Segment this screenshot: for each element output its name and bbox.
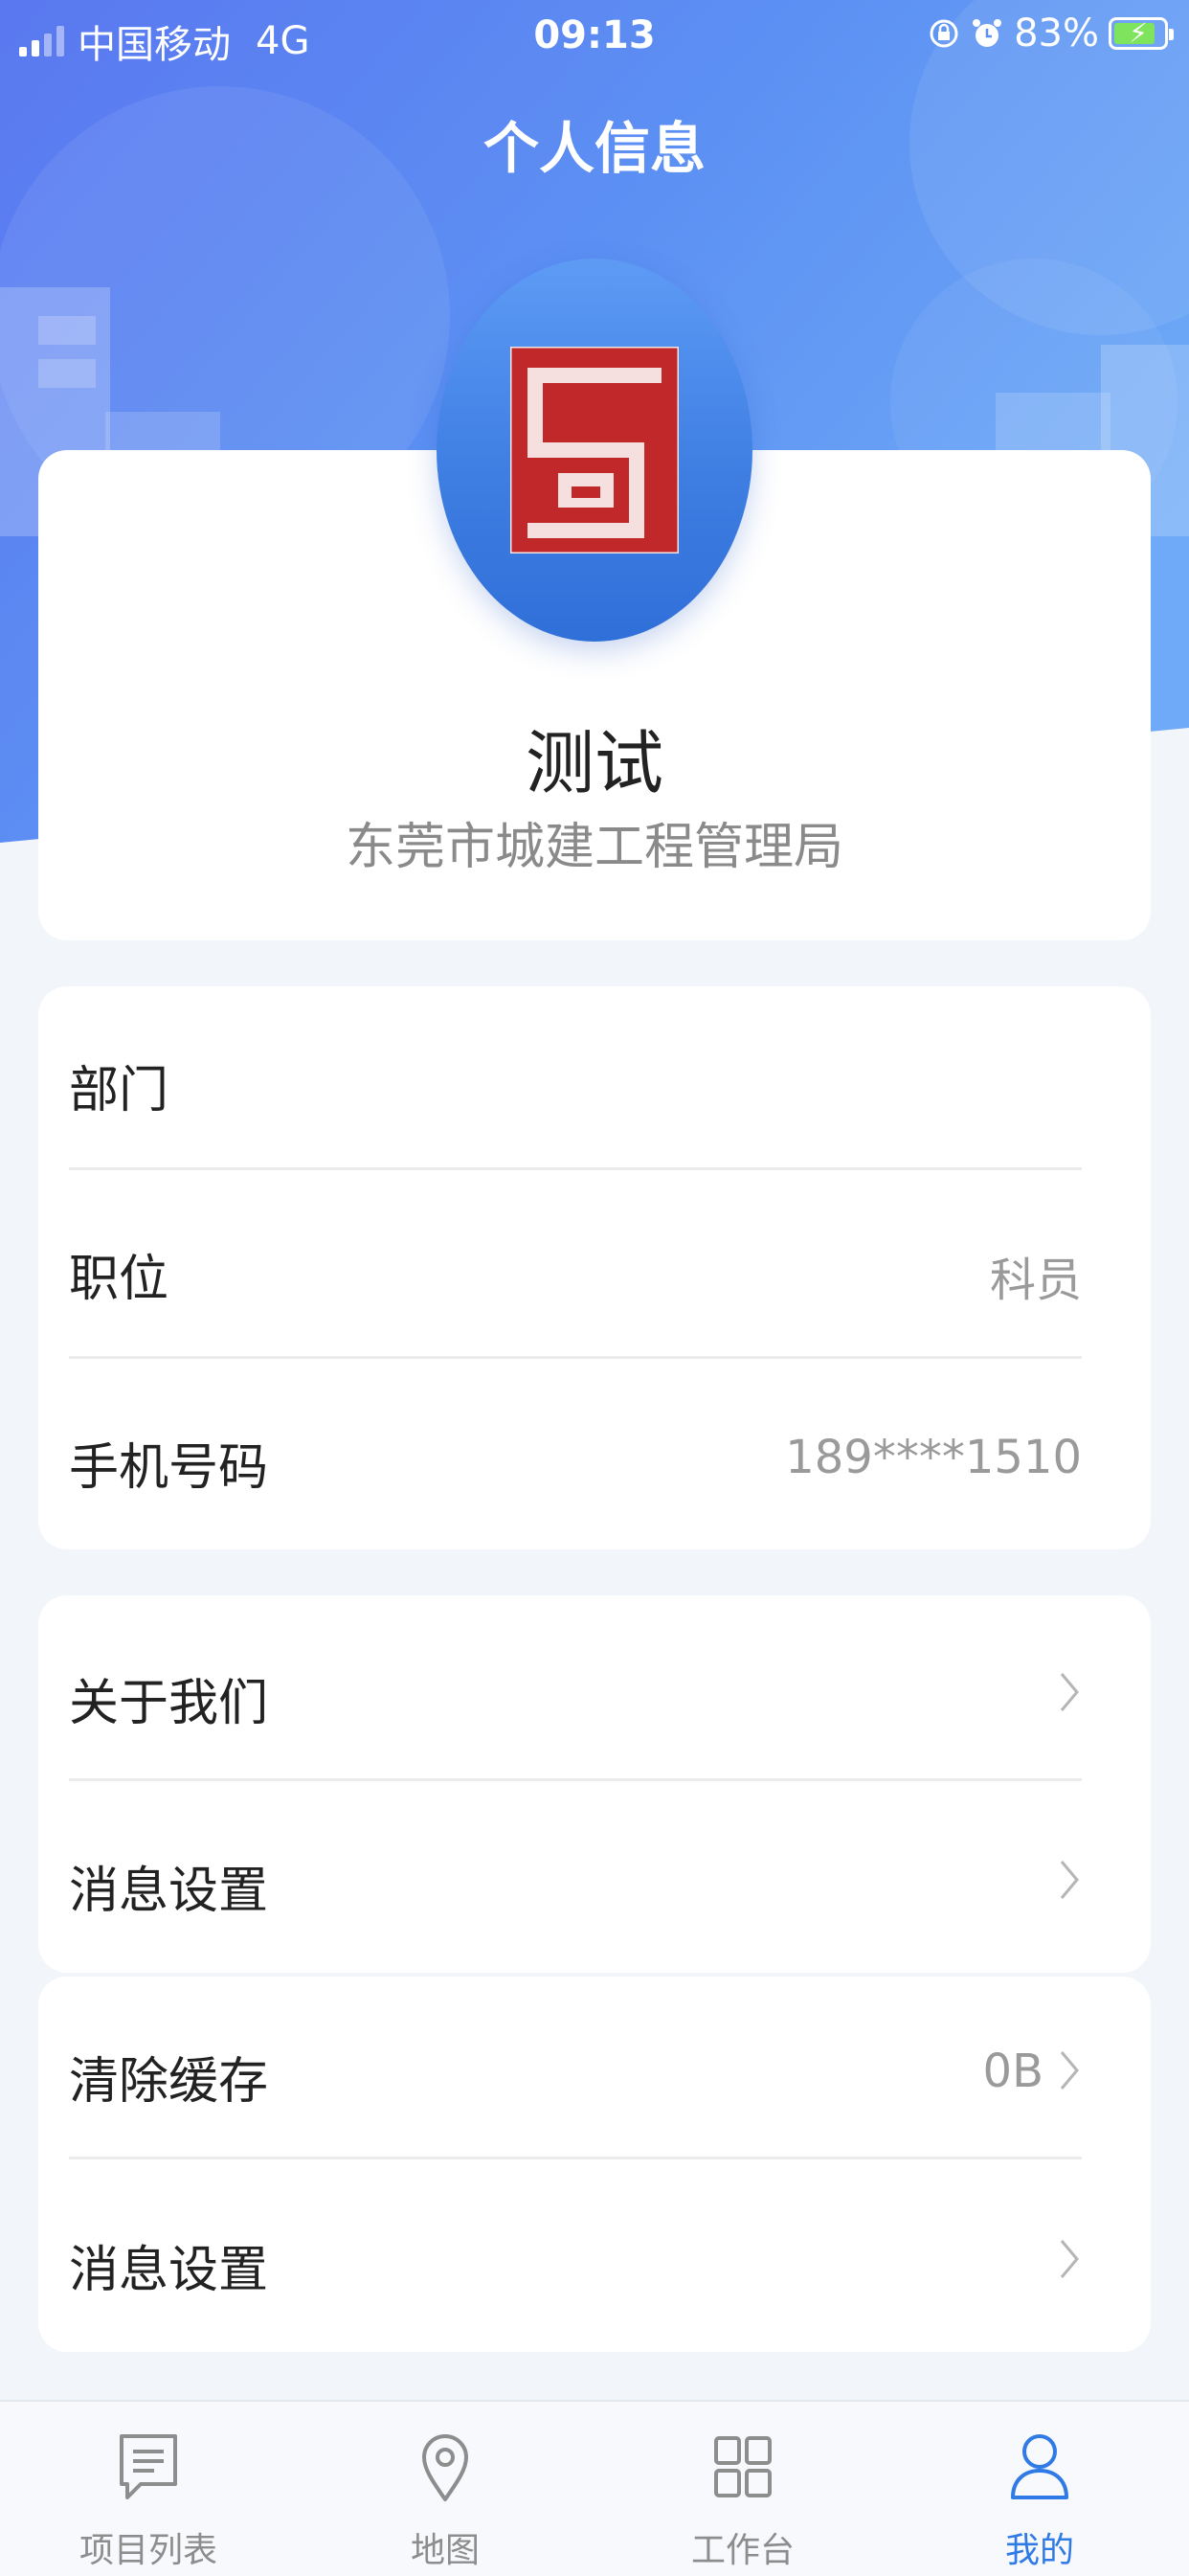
menu-row-message-settings[interactable]: 消息设置 (69, 1787, 1082, 1975)
map-pin-icon (422, 2434, 468, 2501)
menu-row-clear-cache[interactable]: 清除缓存 0B (69, 1977, 1082, 2165)
chevron-right-icon (1060, 2240, 1079, 2278)
person-icon (1011, 2434, 1068, 2499)
phone-label: 手机号码 (69, 1439, 269, 1497)
divider (69, 1167, 1082, 1170)
chevron-right-icon (1060, 2051, 1079, 2090)
divider (69, 1356, 1082, 1359)
bottom-tab-bar: 项目列表 地图 工作台 我的 (0, 2400, 1189, 2576)
organization-logo (510, 347, 679, 554)
menu-row-about-us[interactable]: 关于我们 (69, 1599, 1082, 1787)
status-bar: 中国移动 4G 09:13 83% ⚡ (0, 0, 1189, 73)
page-title: 个人信息 (482, 116, 706, 181)
orientation-lock-icon (930, 19, 958, 48)
info-row-position: 职位 科员 (69, 1175, 1082, 1363)
info-row-department: 部门 (69, 986, 1082, 1174)
clear-cache-label: 清除缓存 (69, 2053, 269, 2111)
message-settings-label: 消息设置 (69, 1863, 269, 1920)
battery-icon: ⚡ (1109, 17, 1174, 50)
user-name: 测试 (525, 723, 663, 803)
divider (69, 2157, 1082, 2159)
menu-row-message-settings-2[interactable]: 消息设置 (69, 2166, 1082, 2354)
divider (69, 1778, 1082, 1781)
position-value: 科员 (989, 1254, 1082, 1307)
department-label: 部门 (69, 1062, 169, 1119)
alarm-icon (973, 19, 1002, 47)
info-row-phone: 手机号码 189****1510 (69, 1364, 1082, 1551)
tab-map[interactable]: 地图 (349, 2402, 541, 2576)
tab-label: 项目列表 (79, 2531, 217, 2570)
cache-size-value: 0B (982, 2045, 1043, 2098)
chevron-right-icon (1060, 1861, 1079, 1899)
tab-label: 工作台 (690, 2531, 795, 2570)
avatar[interactable] (437, 259, 752, 642)
tab-mine[interactable]: 我的 (944, 2402, 1135, 2576)
message-settings-label: 消息设置 (69, 2242, 269, 2299)
tab-label: 我的 (1004, 2531, 1074, 2570)
about-us-label: 关于我们 (69, 1675, 269, 1732)
battery-percent: 83% (1014, 11, 1099, 56)
user-organization: 东莞市城建工程管理局 (345, 819, 843, 876)
message-list-icon (120, 2434, 177, 2499)
tab-workbench[interactable]: 工作台 (647, 2402, 839, 2576)
tab-project-list[interactable]: 项目列表 (53, 2402, 244, 2576)
tab-label: 地图 (410, 2531, 480, 2570)
phone-value: 189****1510 (785, 1431, 1082, 1484)
grid-icon (714, 2436, 772, 2497)
position-label: 职位 (69, 1251, 169, 1308)
chevron-right-icon (1060, 1673, 1079, 1711)
